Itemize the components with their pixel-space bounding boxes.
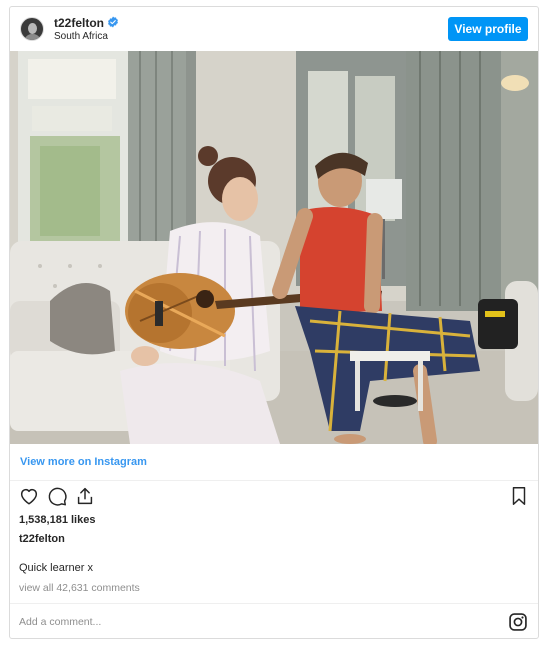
likes-count[interactable]: 1,538,181 likes bbox=[19, 514, 95, 526]
bookmark-icon[interactable] bbox=[508, 485, 530, 507]
caption-username[interactable]: t22felton bbox=[19, 533, 65, 545]
comment-row bbox=[10, 603, 538, 638]
verified-badge-icon bbox=[108, 16, 118, 28]
comment-icon[interactable] bbox=[46, 485, 68, 507]
instagram-embed-card: t22felton South Africa View profile View… bbox=[9, 6, 539, 639]
caption-text: Quick learner x bbox=[19, 562, 93, 574]
heart-icon[interactable] bbox=[18, 485, 40, 507]
instagram-icon[interactable] bbox=[508, 612, 528, 632]
add-comment-input[interactable] bbox=[19, 612, 479, 632]
username-link[interactable]: t22felton bbox=[54, 16, 104, 30]
action-bar bbox=[10, 483, 538, 513]
post-photo[interactable] bbox=[10, 51, 538, 444]
view-profile-button[interactable]: View profile bbox=[448, 17, 528, 41]
view-all-comments-link[interactable]: view all 42,631 comments bbox=[19, 582, 140, 594]
avatar-shoulders bbox=[24, 34, 41, 40]
view-more-link[interactable]: View more on Instagram bbox=[20, 456, 147, 468]
avatar[interactable] bbox=[20, 17, 44, 41]
share-icon[interactable] bbox=[74, 485, 96, 507]
avatar-face bbox=[28, 23, 37, 34]
view-more-row: View more on Instagram bbox=[10, 444, 538, 481]
post-header: t22felton South Africa View profile bbox=[10, 7, 538, 51]
location-link[interactable]: South Africa bbox=[54, 31, 108, 42]
